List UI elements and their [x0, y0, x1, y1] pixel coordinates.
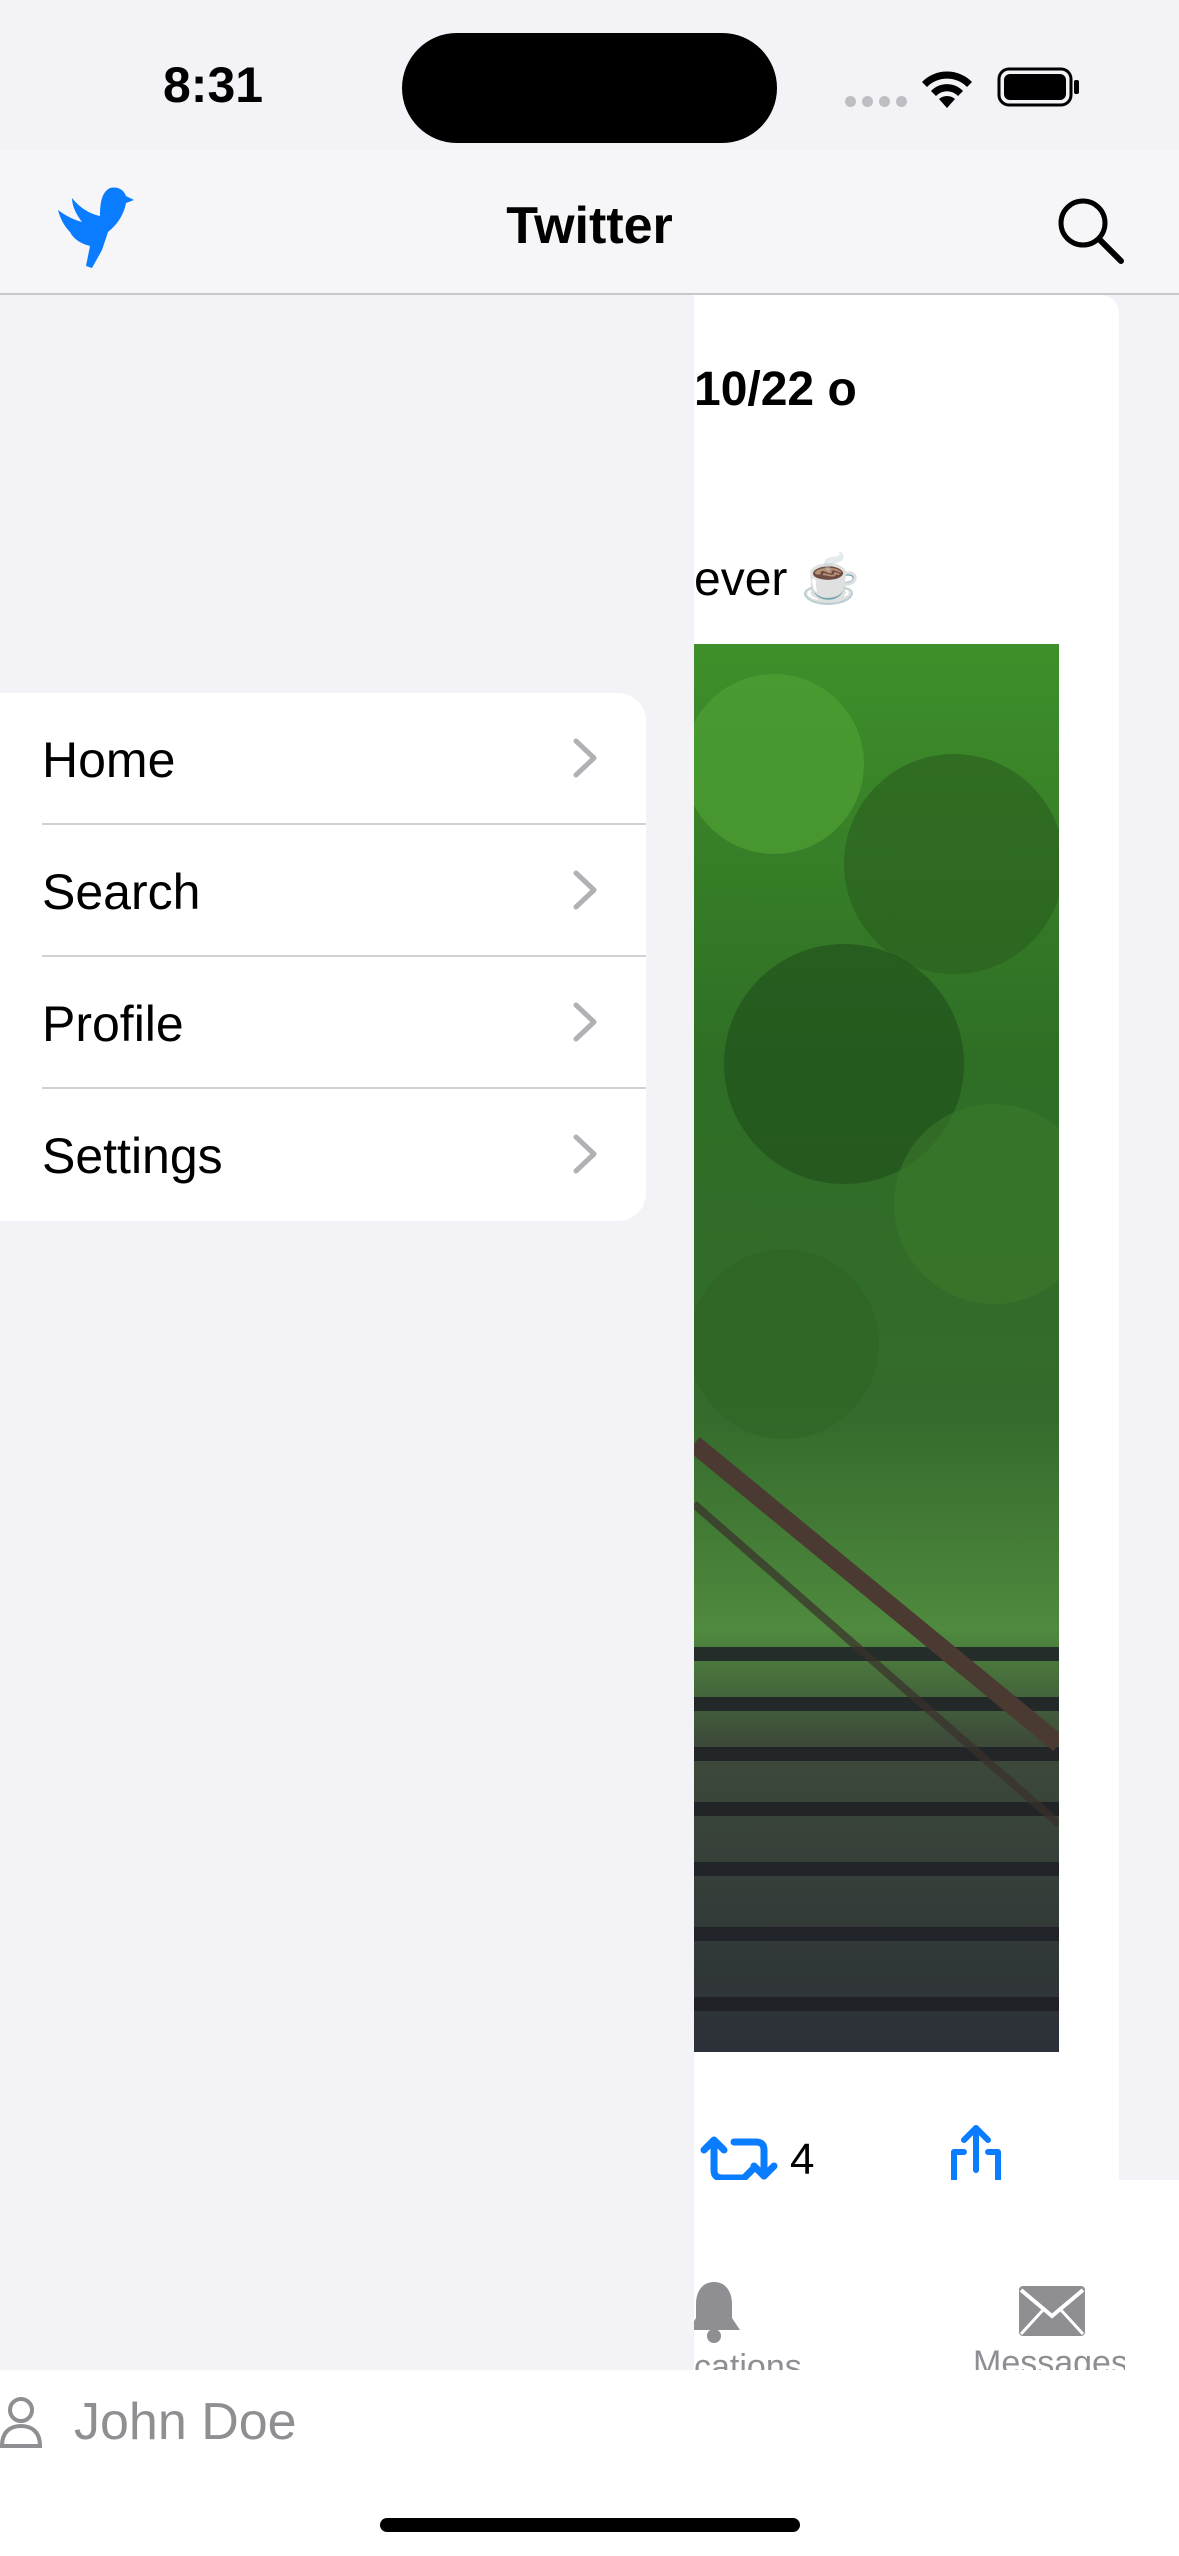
menu-item-label: Settings: [42, 1128, 223, 1184]
tweet-header: 10/22 o: [694, 363, 857, 416]
battery-icon: [997, 67, 1079, 107]
chevron-right-icon: [573, 1002, 597, 1042]
menu-item-search[interactable]: Search: [0, 825, 646, 957]
tweet-text: ever ☕: [694, 553, 861, 606]
page-title: Twitter: [506, 197, 673, 255]
person-icon: [0, 2397, 42, 2448]
home-indicator: [380, 2518, 800, 2532]
cellular-signal-icon: [845, 96, 907, 107]
menu-item-settings[interactable]: Settings: [0, 1089, 646, 1221]
menu-item-label: Search: [42, 864, 201, 920]
bell-icon[interactable]: [686, 2278, 742, 2344]
menu-item-home[interactable]: Home: [0, 693, 646, 825]
search-icon[interactable]: [1055, 195, 1125, 265]
dynamic-island: [402, 33, 777, 143]
menu-item-label: Profile: [42, 996, 184, 1052]
retweet-count: 4: [790, 2135, 815, 2184]
menu-item-profile[interactable]: Profile: [0, 957, 646, 1089]
chevron-right-icon: [573, 1134, 597, 1174]
status-time: 8:31: [163, 57, 264, 113]
menu-item-label: Home: [42, 732, 176, 788]
navigation-bar: Twitter: [0, 150, 1179, 295]
envelope-icon[interactable]: [1017, 2284, 1087, 2338]
chevron-right-icon: [573, 738, 597, 778]
chevron-right-icon: [573, 870, 597, 910]
side-menu-list: Home Search Profile Settings: [0, 693, 646, 1221]
current-user-row[interactable]: John Doe: [0, 2370, 1179, 2470]
side-menu-panel: Home Search Profile Settings: [0, 295, 694, 2370]
wifi-icon: [922, 71, 972, 108]
user-name: John Doe: [74, 2393, 297, 2451]
tweet-image[interactable]: [694, 644, 1059, 2052]
retweet-icon: [700, 2136, 778, 2182]
